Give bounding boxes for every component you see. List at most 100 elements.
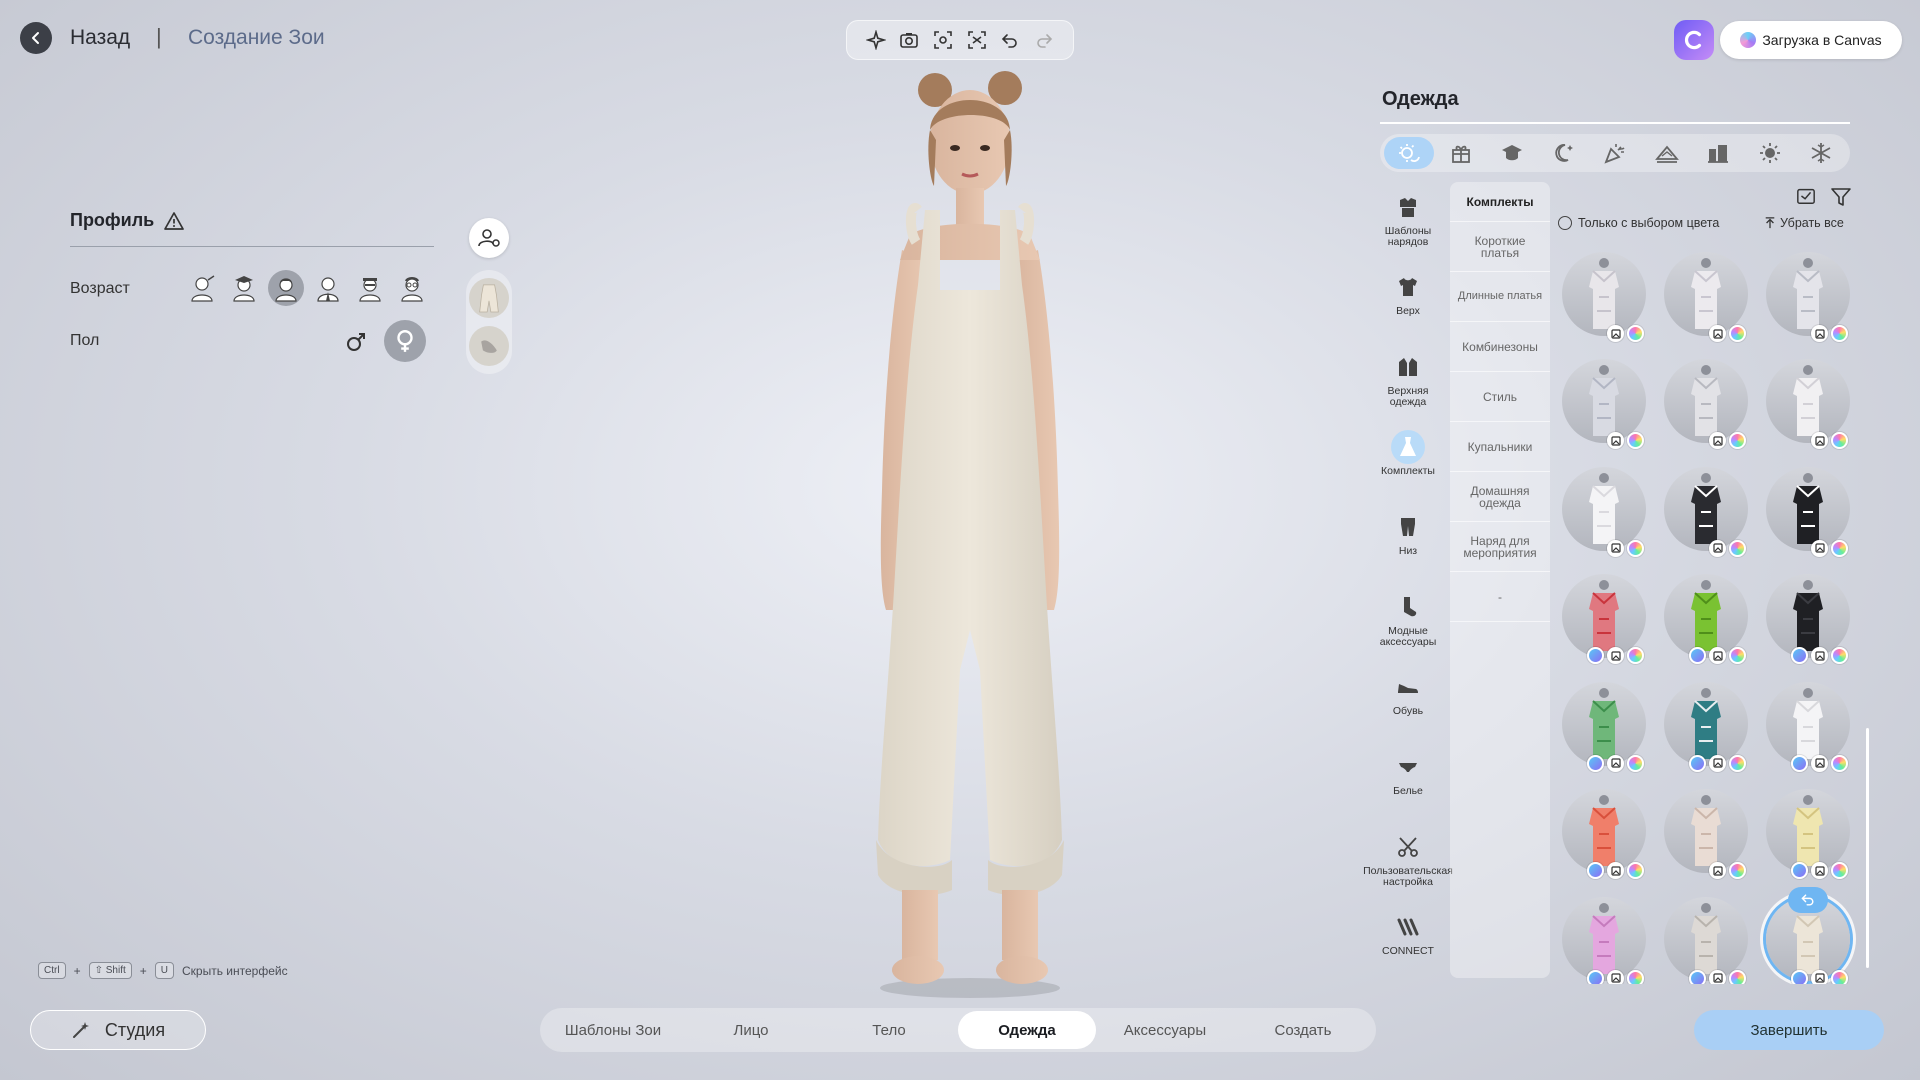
color-badge-icon[interactable] (1729, 647, 1746, 665)
back-button[interactable] (20, 22, 52, 54)
undo-icon[interactable] (998, 28, 1022, 52)
avatar-figure[interactable] (830, 70, 1110, 1000)
color-badge-icon[interactable] (1627, 862, 1644, 880)
day-night-icon[interactable] (1384, 137, 1434, 169)
category-outfit-templates[interactable]: Шаблоны нарядов (1372, 186, 1444, 266)
outfit-item[interactable] (1562, 466, 1646, 557)
subcategory-empty[interactable]: - (1450, 572, 1550, 622)
age-adult-icon[interactable] (310, 270, 346, 306)
outfit-item[interactable] (1562, 681, 1646, 772)
outfit-item[interactable] (1664, 574, 1748, 665)
outfit-item[interactable] (1766, 681, 1850, 772)
graduation-cap-icon[interactable] (1487, 137, 1537, 169)
focus-frame-icon[interactable] (931, 28, 955, 52)
face-frame-icon[interactable] (965, 28, 989, 52)
snowflake-icon[interactable] (1796, 137, 1846, 169)
sun-icon[interactable] (1745, 137, 1795, 169)
color-badge-icon[interactable] (1627, 969, 1644, 984)
category-sets[interactable]: Комплекты (1372, 426, 1444, 506)
outfit-item[interactable] (1766, 789, 1850, 880)
tab-clothing[interactable]: Одежда (958, 1011, 1096, 1049)
ski-slope-icon[interactable] (1642, 137, 1692, 169)
party-icon[interactable] (1590, 137, 1640, 169)
color-badge-icon[interactable] (1627, 539, 1644, 557)
profile-settings-button[interactable] (469, 218, 509, 258)
revert-button[interactable] (1788, 886, 1828, 913)
color-badge-icon[interactable] (1729, 325, 1746, 342)
select-box-icon[interactable] (1796, 186, 1816, 206)
category-tops[interactable]: Верх (1372, 266, 1444, 346)
finish-button[interactable]: Завершить (1694, 1010, 1884, 1050)
category-bottoms[interactable]: Низ (1372, 506, 1444, 586)
color-badge-icon[interactable] (1627, 754, 1644, 772)
color-badge-icon[interactable] (1627, 325, 1644, 342)
category-shoes[interactable]: Обувь (1372, 666, 1444, 746)
outfit-item[interactable] (1562, 896, 1646, 984)
subcategory-swimsuits[interactable]: Купальники (1450, 422, 1550, 472)
outfit-item[interactable] (1562, 574, 1646, 665)
outfit-item[interactable] (1766, 574, 1850, 665)
outfit-item[interactable] (1664, 681, 1748, 772)
color-only-radio[interactable] (1558, 216, 1572, 230)
color-badge-icon[interactable] (1831, 754, 1848, 772)
tab-accessories[interactable]: Аксессуары (1096, 1011, 1234, 1049)
male-icon[interactable] (336, 322, 376, 362)
color-badge-icon[interactable] (1831, 539, 1848, 557)
outfit-item[interactable] (1664, 466, 1748, 557)
redo-icon[interactable] (1032, 28, 1056, 52)
tab-body[interactable]: Тело (820, 1011, 958, 1049)
color-badge-icon[interactable] (1729, 754, 1746, 772)
category-underwear[interactable]: Белье (1372, 746, 1444, 826)
female-icon[interactable] (384, 320, 426, 362)
outfit-item[interactable] (1664, 359, 1748, 450)
age-baby-icon[interactable] (184, 270, 220, 306)
canvas-upload-button[interactable]: Загрузка в Canvas (1720, 21, 1902, 59)
category-fashion-accessories[interactable]: Модные аксессуары (1372, 586, 1444, 666)
color-badge-icon[interactable] (1831, 432, 1848, 450)
outfit-item[interactable] (1766, 886, 1850, 984)
color-badge-icon[interactable] (1627, 647, 1644, 665)
category-outerwear[interactable]: Верхняя одежда (1372, 346, 1444, 426)
tab-face[interactable]: Лицо (682, 1011, 820, 1049)
subcategory-event-outfit[interactable]: Наряд для мероприятия (1450, 522, 1550, 572)
age-elder-icon[interactable] (394, 270, 430, 306)
filter-icon[interactable] (1830, 186, 1852, 208)
warning-icon[interactable] (164, 211, 185, 231)
studio-button[interactable]: Студия (30, 1010, 206, 1050)
color-badge-icon[interactable] (1729, 539, 1746, 557)
sparkle-icon[interactable] (864, 28, 888, 52)
city-icon[interactable] (1693, 137, 1743, 169)
gift-icon[interactable] (1436, 137, 1486, 169)
outfit-item[interactable] (1562, 789, 1646, 880)
remove-all-button[interactable]: Убрать все (1764, 216, 1844, 230)
age-teen-icon[interactable] (268, 270, 304, 306)
tab-zoi-templates[interactable]: Шаблоны Зои (544, 1011, 682, 1049)
canvas-logo[interactable] (1674, 20, 1714, 60)
color-badge-icon[interactable] (1729, 969, 1746, 984)
subcategory-style[interactable]: Стиль (1450, 372, 1550, 422)
back-label[interactable]: Назад (70, 26, 130, 50)
color-badge-icon[interactable] (1831, 647, 1848, 665)
subcategory-homewear[interactable]: Домашняя одежда (1450, 472, 1550, 522)
age-middle-aged-icon[interactable] (352, 270, 388, 306)
outfit-item[interactable] (1664, 252, 1748, 342)
color-badge-icon[interactable] (1831, 969, 1848, 984)
moon-icon[interactable] (1539, 137, 1589, 169)
subcategory-short-dresses[interactable]: Короткие платья (1450, 222, 1550, 272)
subcategory-long-dresses[interactable]: Длинные платья (1450, 272, 1550, 322)
category-connect[interactable]: CONNECT (1372, 906, 1444, 986)
worn-item-feet[interactable] (469, 326, 509, 366)
grid-scrollbar[interactable] (1866, 728, 1869, 968)
color-badge-icon[interactable] (1831, 862, 1848, 880)
outfit-item[interactable] (1562, 252, 1646, 342)
outfit-item[interactable] (1766, 359, 1850, 450)
camera-icon[interactable] (897, 28, 921, 52)
color-badge-icon[interactable] (1831, 325, 1848, 342)
color-only-toggle[interactable]: Только с выбором цвета (1558, 216, 1719, 230)
subcategory-sets[interactable]: Комплекты (1450, 182, 1550, 222)
subcategory-jumpsuits[interactable]: Комбинезоны (1450, 322, 1550, 372)
worn-item-overall[interactable] (469, 278, 509, 318)
color-badge-icon[interactable] (1729, 432, 1746, 450)
outfit-item[interactable] (1766, 252, 1850, 342)
tab-create[interactable]: Создать (1234, 1011, 1372, 1049)
